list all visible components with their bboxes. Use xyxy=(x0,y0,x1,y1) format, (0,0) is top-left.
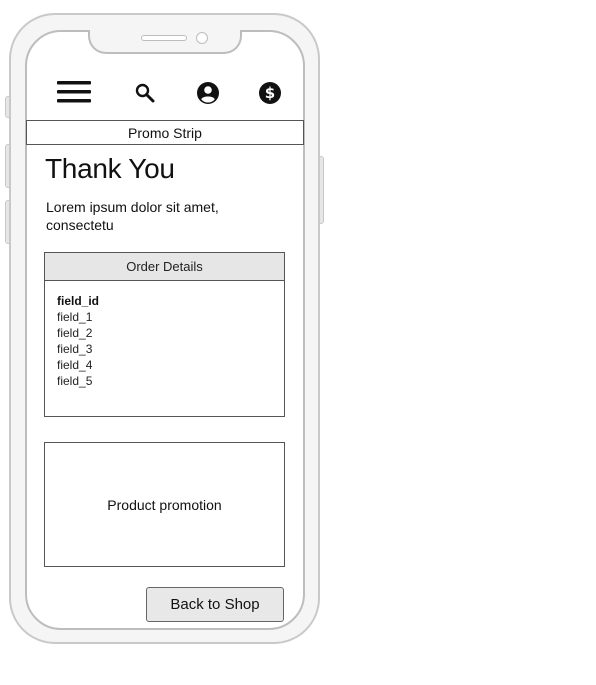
wireframe-canvas: $ Promo Strip Thank You Lorem ipsum dolo… xyxy=(0,0,596,685)
order-details-header: Order Details xyxy=(45,253,284,281)
promo-strip[interactable]: Promo Strip xyxy=(26,120,304,145)
back-to-shop-button[interactable]: Back to Shop xyxy=(146,587,284,622)
page-title: Thank You xyxy=(45,153,175,184)
svg-text:$: $ xyxy=(265,84,275,102)
order-field: field_3 xyxy=(57,342,93,356)
account-icon[interactable] xyxy=(195,80,221,106)
phone-notch xyxy=(88,30,242,54)
order-field: field_1 xyxy=(57,310,93,324)
phone-camera xyxy=(196,32,208,44)
promo-strip-label: Promo Strip xyxy=(128,124,202,141)
back-to-shop-label: Back to Shop xyxy=(170,596,260,613)
order-field-id: field_id xyxy=(57,294,100,308)
order-details-fields: field_id field_1 field_2 field_3 field_4… xyxy=(45,281,284,389)
dollar-icon[interactable]: $ xyxy=(257,80,283,106)
product-promotion-panel[interactable]: Product promotion xyxy=(44,442,285,567)
intro-text: Lorem ipsum dolor sit amet, consectetu xyxy=(46,199,219,233)
order-field: field_4 xyxy=(57,358,93,372)
product-promotion-label: Product promotion xyxy=(107,496,222,513)
menu-icon[interactable] xyxy=(56,78,92,106)
search-icon[interactable] xyxy=(132,80,158,106)
order-field: field_5 xyxy=(57,374,93,388)
order-details-panel: Order Details field_id field_1 field_2 f… xyxy=(44,252,285,417)
phone-speaker xyxy=(141,35,187,41)
order-field: field_2 xyxy=(57,326,93,340)
